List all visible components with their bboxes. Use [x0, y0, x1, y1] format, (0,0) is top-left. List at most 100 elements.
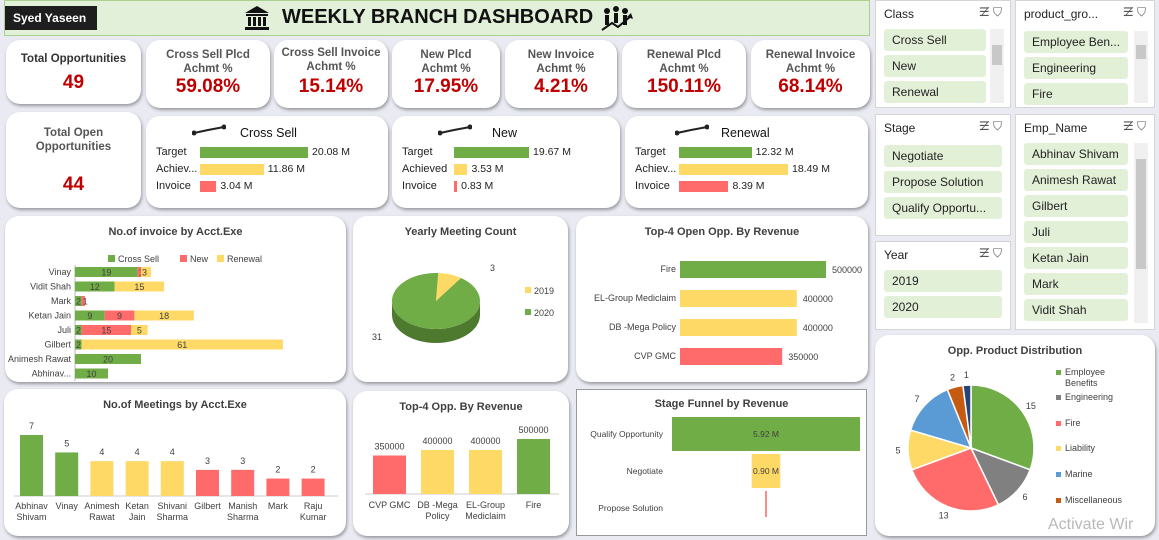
kpi-value: 49	[62, 72, 85, 93]
slicer-scrollbar[interactable]	[990, 29, 1004, 103]
slicer-item[interactable]: Engineering	[1024, 57, 1128, 79]
slicer-item[interactable]: Abhinav Shivam	[1024, 143, 1128, 165]
mini-bar-value: 0.83 M	[461, 180, 494, 192]
slicer-year: Year ☰̸ ⛉ 2019 2020	[875, 241, 1011, 330]
slicer-item[interactable]: 2019	[884, 270, 1002, 292]
slicer-item[interactable]: Cross Sell	[884, 29, 986, 51]
chart-top4-opp: Top-4 Opp. By Revenue 350000 CVP GMC 40000…	[353, 391, 569, 536]
category-label: Propose Solution	[598, 503, 663, 513]
bar	[196, 469, 219, 496]
invoice-chart-svg: Cross Sell New Renewal Vinay 19 1 3 Vidit Shah 1…	[8, 254, 283, 381]
kpi-cross-sell-invoice: Cross Sell Invoice Achmt % 15.14%	[274, 40, 388, 108]
slicer-item[interactable]: Ketan Jain	[1024, 247, 1128, 269]
slicer-title: product_gro...	[1024, 7, 1099, 21]
slicer-item[interactable]: Gilbert	[1024, 195, 1128, 217]
slicer-item[interactable]: Juli	[1024, 221, 1128, 243]
product-pie-svg: 15 6 13 5 7 2 1 EmployeeBenefits Engineering Fire…	[896, 367, 1123, 521]
data-label: 500000	[518, 425, 548, 435]
activate-watermark: Activate Wir	[1048, 516, 1134, 533]
mini-row-label: Target	[635, 146, 666, 158]
slicer-title: Emp_Name	[1024, 121, 1088, 135]
category-label: Jain	[129, 512, 146, 522]
kpi-label: New Invoice Achmt %	[527, 49, 595, 75]
scroll-thumb[interactable]	[992, 45, 1002, 65]
chart-product-distribution: Opp. Product Distribution 15 6 13 5 7 2 1 Emplo…	[875, 335, 1155, 536]
slicer-item[interactable]: Animesh Rawat	[1024, 169, 1128, 191]
legend-label: 2019	[534, 286, 554, 296]
category-label: Animesh	[84, 501, 119, 511]
data-label: 350000	[788, 352, 818, 362]
data-label: 7	[914, 394, 919, 404]
mini-row-label: Achiev...	[156, 163, 198, 175]
legend-label: Employee	[1065, 367, 1105, 377]
category-label: DB -Mega Policy	[609, 322, 677, 332]
data-label: 2	[76, 297, 81, 307]
category-label: Animesh Rawat	[8, 354, 72, 364]
kpi-value: 68.14%	[778, 76, 843, 97]
slicer-item[interactable]: Mark	[1024, 273, 1128, 295]
slicer-item[interactable]: New	[884, 55, 986, 77]
slicer-item[interactable]: Qualify Opportu...	[884, 197, 1002, 219]
data-label: 13	[939, 511, 949, 521]
data-label: 3	[205, 456, 210, 466]
category-label: DB -Mega	[417, 500, 458, 510]
slicer-item[interactable]: Vidit Shah	[1024, 299, 1128, 321]
bar	[20, 435, 43, 496]
data-label: 61	[177, 340, 187, 350]
mini-bar	[454, 181, 458, 192]
slicer-scrollbar[interactable]	[1134, 31, 1148, 103]
slicer-item[interactable]: Renewal	[884, 81, 986, 103]
slicer-item[interactable]: 2020	[884, 296, 1002, 318]
bar	[160, 461, 184, 496]
data-label: 3	[142, 268, 147, 278]
scroll-thumb[interactable]	[1136, 159, 1146, 269]
slicer-item[interactable]: Fire	[1024, 83, 1128, 105]
kpi-value: 4.21%	[534, 76, 588, 97]
mini-bar-value: 3.53 M	[471, 163, 504, 175]
kpi-value: 17.95%	[413, 76, 479, 97]
data-label: 31	[372, 332, 382, 342]
slicer-stage: Stage ☰̸ ⛉ Negotiate Propose Solution Qu…	[875, 114, 1011, 236]
slicer-item[interactable]: Negotiate	[884, 145, 1002, 167]
mini-chart-title: New	[492, 126, 518, 140]
trend-icon	[675, 124, 709, 136]
bar	[680, 348, 783, 365]
category-label: Gilbert	[44, 340, 71, 350]
top4-opp-svg: 350000 CVP GMC 400000 DB -MegaPolicy 400000 E…	[365, 425, 559, 521]
slicer-scrollbar[interactable]	[1134, 143, 1148, 323]
category-label: CVP GMC	[634, 351, 676, 361]
mini-row-label: Achiev...	[635, 163, 677, 175]
bar	[231, 469, 255, 496]
team-growth-icon	[600, 4, 634, 32]
multi-select-icon[interactable]: ☰̸ ⛉	[979, 5, 1002, 20]
category-label: Policy	[425, 511, 450, 521]
data-label: 4	[99, 447, 104, 457]
data-label: 5.92 M	[753, 429, 779, 439]
data-label: 400000	[422, 436, 452, 446]
data-label: 2	[76, 340, 81, 350]
slicer-item[interactable]: Propose Solution	[884, 171, 1002, 193]
slicer-item[interactable]: Employee Ben...	[1024, 31, 1128, 53]
data-label: 0.90 M	[753, 466, 779, 476]
scroll-thumb[interactable]	[1136, 45, 1146, 59]
data-label: 9	[117, 311, 122, 321]
category-label: Sharma	[157, 512, 189, 522]
kpi-value: 44	[62, 174, 85, 195]
multi-select-icon[interactable]: ☰̸ ⛉	[979, 246, 1002, 261]
category-label: Fire	[661, 264, 677, 274]
legend-label: Cross Sell	[118, 254, 159, 264]
category-label: Gilbert	[194, 501, 221, 511]
mini-row-label: Achieved	[402, 163, 448, 175]
kpi-value: 59.08%	[175, 76, 241, 97]
chart-invoice-by-acct: No.of invoice by Acct.Exe Cross Sell New R…	[5, 216, 346, 382]
multi-select-icon[interactable]: ☰̸ ⛉	[1123, 5, 1146, 20]
bar	[55, 452, 79, 496]
multi-select-icon[interactable]: ☰̸ ⛉	[979, 119, 1002, 134]
bar	[469, 450, 502, 494]
mini-bar	[454, 147, 529, 158]
slicer-title: Stage	[884, 121, 916, 135]
multi-select-icon[interactable]: ☰̸ ⛉	[1123, 119, 1146, 134]
bank-icon	[243, 4, 271, 32]
mini-card-cross-sell: Cross Sell Target 20.08 M Achiev... 11.86 M I…	[146, 116, 388, 208]
mini-row-label: Invoice	[402, 180, 437, 192]
